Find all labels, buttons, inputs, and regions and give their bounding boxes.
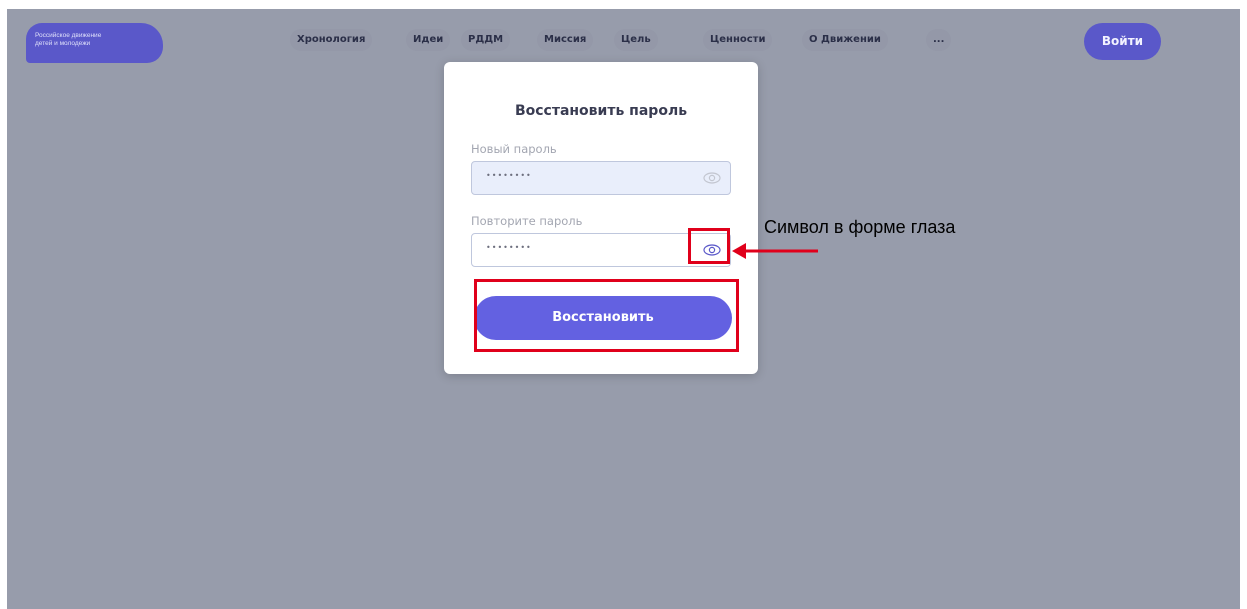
new-password-value: •••••••• xyxy=(486,171,532,180)
nav-item-values[interactable]: Ценности xyxy=(703,29,773,51)
eye-icon[interactable] xyxy=(703,170,721,186)
eye-highlight-box xyxy=(688,228,730,264)
button-highlight-box xyxy=(474,279,739,352)
annotation-label: Символ в форме глаза xyxy=(764,217,956,237)
logo-line-1: Российское движение xyxy=(35,32,102,39)
nav-item-more[interactable]: ... xyxy=(926,29,952,51)
nav-item-chronology[interactable]: Хронология xyxy=(290,29,373,51)
logo-line-2: детей и молодежи xyxy=(35,40,91,47)
nav-item-ideas[interactable]: Идеи xyxy=(406,29,451,51)
nav-item-about[interactable]: О Движении xyxy=(802,29,888,51)
annotation-arrow xyxy=(732,243,818,259)
nav-item-rddm[interactable]: РДДМ xyxy=(461,29,511,51)
logo[interactable]: Российское движение детей и молодежи xyxy=(26,23,163,63)
nav-item-mission[interactable]: Миссия xyxy=(537,29,594,51)
modal-title: Восстановить пароль xyxy=(514,103,688,119)
new-password-field[interactable]: •••••••• xyxy=(471,161,731,195)
repeat-password-value: •••••••• xyxy=(486,243,532,252)
new-password-label: Новый пароль xyxy=(471,142,557,156)
nav-item-goal[interactable]: Цель xyxy=(614,29,658,51)
login-button[interactable]: Войти xyxy=(1084,23,1161,60)
repeat-password-label: Повторите пароль xyxy=(471,214,583,228)
